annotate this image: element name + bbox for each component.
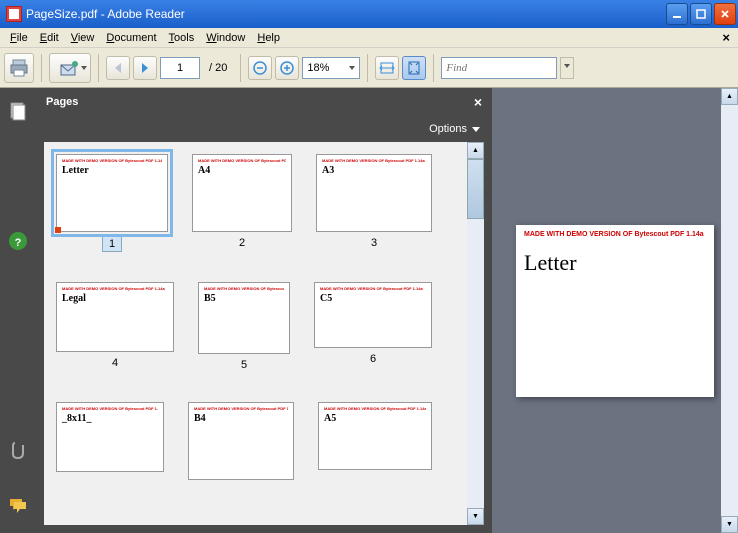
document-close-button[interactable]: × xyxy=(718,30,734,45)
pages-panel-title: Pages xyxy=(46,96,78,108)
arrow-right-icon xyxy=(137,60,153,76)
page-thumb[interactable]: MADE WITH DEMO VERSION OF Bytescout PDF … xyxy=(198,282,290,354)
document-area: MADE WITH DEMO VERSION OF Bytescout PDF … xyxy=(492,88,738,533)
envelope-person-icon xyxy=(60,59,80,77)
help-button[interactable]: ? xyxy=(7,230,29,252)
zoom-value: 18% xyxy=(307,62,329,74)
separator xyxy=(433,54,434,82)
fit-width-icon xyxy=(379,60,395,76)
chevron-down-icon xyxy=(349,66,355,70)
workspace: ? Pages × Options MADE WITH DEMO VERSION… xyxy=(0,88,738,533)
arrow-left-icon xyxy=(110,60,126,76)
page-thumb[interactable]: MADE WITH DEMO VERSION OF Bytescout PDF … xyxy=(56,402,164,472)
comments-button[interactable] xyxy=(7,495,29,517)
fit-page-button[interactable] xyxy=(402,56,426,80)
find-input[interactable] xyxy=(446,62,552,74)
thumb-number: 3 xyxy=(365,236,383,250)
minimize-button[interactable] xyxy=(666,3,688,25)
pages-options-button[interactable]: Options xyxy=(36,116,492,142)
print-button[interactable] xyxy=(4,53,34,83)
thumbnails-grid: MADE WITH DEMO VERSION OF Bytescout PDF … xyxy=(44,142,467,525)
svg-text:?: ? xyxy=(15,237,22,249)
close-button[interactable] xyxy=(714,3,736,25)
page-thumb[interactable]: MADE WITH DEMO VERSION OF Bytescout PDF … xyxy=(56,282,174,352)
page-thumb[interactable]: MADE WITH DEMO VERSION OF Bytescout PDF … xyxy=(192,154,292,232)
find-field[interactable] xyxy=(441,57,557,79)
separator xyxy=(98,54,99,82)
nav-strip: ? xyxy=(0,88,36,533)
thumb-number: 6 xyxy=(364,352,382,366)
menubar: File Edit View Document Tools Window Hel… xyxy=(0,28,738,48)
current-page-input[interactable] xyxy=(160,57,200,79)
zoom-select[interactable]: 18% xyxy=(302,57,360,79)
page-total-label: / 20 xyxy=(203,62,233,74)
pdf-document-icon xyxy=(6,6,22,22)
attachments-button[interactable] xyxy=(7,439,29,461)
scroll-track[interactable] xyxy=(467,159,484,508)
separator xyxy=(41,54,42,82)
paperclip-icon xyxy=(9,440,27,460)
zoom-out-button[interactable] xyxy=(248,56,272,80)
menu-help[interactable]: Help xyxy=(251,30,286,46)
window-title: PageSize.pdf - Adobe Reader xyxy=(26,7,666,21)
scroll-thumb[interactable] xyxy=(467,159,484,219)
page-thumb[interactable]: MADE WITH DEMO VERSION OF Bytescout PDF … xyxy=(314,282,432,348)
titlebar: PageSize.pdf - Adobe Reader xyxy=(0,0,738,28)
page-thumb[interactable]: MADE WITH DEMO VERSION OF Bytescout PDF … xyxy=(316,154,432,232)
scroll-up-button[interactable]: ▲ xyxy=(467,142,484,159)
next-page-button[interactable] xyxy=(133,56,157,80)
separator xyxy=(367,54,368,82)
pages-panel-header: Pages × xyxy=(36,88,492,116)
minus-icon xyxy=(253,61,267,75)
separator xyxy=(240,54,241,82)
menu-view[interactable]: View xyxy=(65,30,101,46)
page-watermark: MADE WITH DEMO VERSION OF Bytescout PDF … xyxy=(524,231,706,238)
pages-panel: Pages × Options MADE WITH DEMO VERSION O… xyxy=(36,88,492,533)
collab-button[interactable] xyxy=(49,53,91,83)
prev-page-button[interactable] xyxy=(106,56,130,80)
thumb-number: 2 xyxy=(233,236,251,250)
toolbar: / 20 18% xyxy=(0,48,738,88)
menu-edit[interactable]: Edit xyxy=(34,30,65,46)
menu-window[interactable]: Window xyxy=(200,30,251,46)
thumb-number: 5 xyxy=(235,358,253,372)
scroll-down-button[interactable]: ▼ xyxy=(721,516,738,533)
pages-panel-close-button[interactable]: × xyxy=(474,94,482,110)
fit-width-button[interactable] xyxy=(375,56,399,80)
maximize-button[interactable] xyxy=(690,3,712,25)
speech-bubble-icon xyxy=(8,497,28,515)
fit-page-icon xyxy=(406,60,422,76)
plus-icon xyxy=(280,61,294,75)
find-options-button[interactable] xyxy=(560,57,574,79)
chevron-down-icon xyxy=(81,66,87,70)
thumbnails-area: MADE WITH DEMO VERSION OF Bytescout PDF … xyxy=(44,142,484,525)
chevron-down-icon xyxy=(564,64,570,68)
zoom-in-button[interactable] xyxy=(275,56,299,80)
menu-file[interactable]: File xyxy=(4,30,34,46)
scroll-down-button[interactable]: ▼ xyxy=(467,508,484,525)
thumbnails-scrollbar[interactable]: ▲ ▼ xyxy=(467,142,484,525)
printer-icon xyxy=(9,59,29,77)
page-thumb[interactable]: MADE WITH DEMO VERSION OF Bytescout PDF … xyxy=(56,154,168,232)
menu-document[interactable]: Document xyxy=(100,30,162,46)
page-thumb[interactable]: MADE WITH DEMO VERSION OF Bytescout PDF … xyxy=(188,402,294,480)
thumb-number: 1 xyxy=(102,236,122,252)
chevron-down-icon xyxy=(472,127,480,132)
page-label: Letter xyxy=(524,250,706,276)
scroll-up-button[interactable]: ▲ xyxy=(721,88,738,105)
document-scrollbar[interactable]: ▲ ▼ xyxy=(721,88,738,533)
pages-nav-button[interactable] xyxy=(7,100,29,122)
page-view: MADE WITH DEMO VERSION OF Bytescout PDF … xyxy=(516,225,714,397)
menu-tools[interactable]: Tools xyxy=(163,30,201,46)
scroll-track[interactable] xyxy=(721,105,738,516)
thumb-number: 4 xyxy=(106,356,124,370)
help-icon: ? xyxy=(8,231,28,251)
pages-icon xyxy=(8,101,28,121)
page-thumb[interactable]: MADE WITH DEMO VERSION OF Bytescout PDF … xyxy=(318,402,432,470)
options-label: Options xyxy=(429,123,467,135)
